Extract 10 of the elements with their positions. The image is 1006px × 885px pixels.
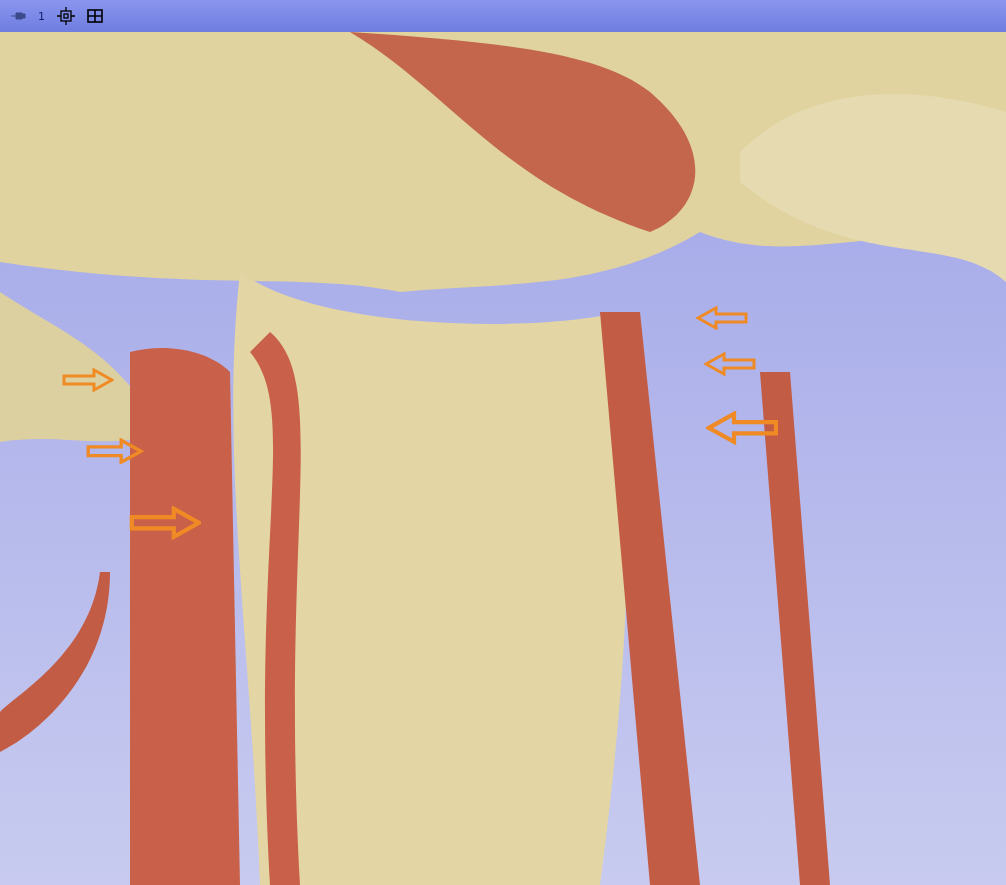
left-arrow-icon	[705, 411, 779, 445]
left-arrow-icon	[704, 352, 756, 376]
right-arrow-icon	[62, 368, 114, 392]
pin-icon[interactable]	[10, 11, 26, 21]
right-arrow-icon	[128, 506, 202, 540]
left-arrow-icon	[696, 306, 748, 330]
view-number: 1	[38, 9, 45, 23]
right-arrow-icon	[86, 437, 144, 465]
center-view-icon[interactable]	[57, 7, 75, 25]
layout-icon[interactable]	[87, 9, 103, 23]
